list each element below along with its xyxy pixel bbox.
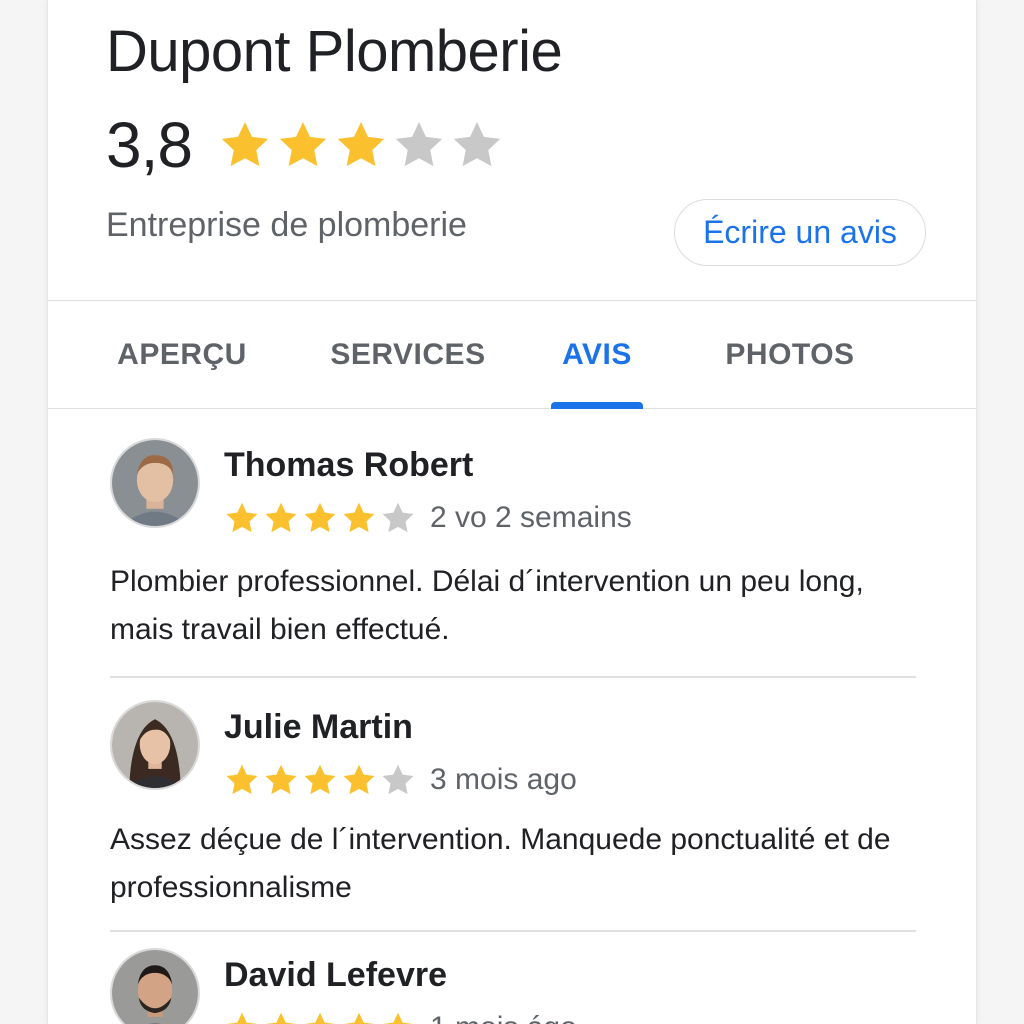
tab-photos[interactable]: PHOTOS bbox=[712, 301, 868, 408]
rating-row: 3,8 bbox=[106, 108, 504, 182]
star-empty-icon bbox=[453, 122, 501, 167]
star-filled-icon bbox=[382, 1012, 414, 1024]
review-stars bbox=[224, 762, 416, 798]
rating-stars bbox=[218, 118, 504, 172]
star-filled-icon bbox=[304, 502, 336, 533]
review-item: Julie Martin 3 mois ago Assez déçue de l… bbox=[110, 700, 916, 910]
star-filled-icon bbox=[304, 1012, 336, 1024]
star-filled-icon bbox=[265, 1012, 297, 1024]
review-time: 3 mois ago bbox=[430, 763, 577, 796]
business-category: Entreprise de plomberie bbox=[106, 206, 467, 244]
review-meta: 3 mois ago bbox=[224, 762, 577, 798]
rating-value: 3,8 bbox=[106, 109, 193, 181]
star-filled-icon bbox=[304, 764, 336, 795]
review-time: 2 vo 2 semains bbox=[430, 501, 632, 534]
tab-services[interactable]: SERVICES bbox=[320, 301, 496, 408]
business-name: Dupont Plomberie bbox=[106, 19, 563, 84]
reviewer-name[interactable]: David Lefevre bbox=[224, 956, 447, 995]
star-filled-icon bbox=[221, 122, 269, 167]
tab-label: SERVICES bbox=[330, 337, 486, 371]
avatar[interactable] bbox=[110, 438, 200, 528]
tab-label: PHOTOS bbox=[725, 337, 855, 371]
star-filled-icon bbox=[343, 764, 375, 795]
star-filled-icon bbox=[226, 764, 258, 795]
divider bbox=[110, 676, 916, 678]
star-filled-icon bbox=[265, 502, 297, 533]
review-item: Thomas Robert 2 vo 2 semains Plombier pr… bbox=[110, 438, 916, 658]
review-time: 1 mois ágo bbox=[430, 1011, 577, 1024]
avatar[interactable] bbox=[110, 700, 200, 790]
review-text: Assez déçue de l´intervention. Manquede … bbox=[110, 823, 891, 904]
avatar[interactable] bbox=[110, 948, 200, 1024]
review-stars bbox=[224, 1010, 416, 1024]
tab-apercu[interactable]: APERÇU bbox=[88, 301, 276, 408]
star-filled-icon bbox=[343, 502, 375, 533]
tab-avis[interactable]: AVIS bbox=[551, 301, 643, 409]
reviewer-name[interactable]: Julie Martin bbox=[224, 708, 413, 747]
star-filled-icon bbox=[337, 122, 385, 167]
star-filled-icon bbox=[226, 502, 258, 533]
review-text: Plombier professionnel. Délai d´interven… bbox=[110, 565, 864, 646]
star-empty-icon bbox=[395, 122, 443, 167]
write-review-button[interactable]: Écrire un avis bbox=[674, 199, 926, 266]
star-filled-icon bbox=[226, 1012, 258, 1024]
star-empty-icon bbox=[382, 502, 414, 533]
tab-bar: APERÇU SERVICES AVIS PHOTOS bbox=[48, 300, 976, 409]
tab-label: APERÇU bbox=[117, 337, 247, 371]
review-meta: 2 vo 2 semains bbox=[224, 500, 632, 536]
star-filled-icon bbox=[343, 1012, 375, 1024]
divider bbox=[110, 930, 916, 932]
reviewer-name[interactable]: Thomas Robert bbox=[224, 446, 473, 485]
business-header: Dupont Plomberie 3,8 Entreprise de plomb… bbox=[48, 0, 976, 300]
review-stars bbox=[224, 500, 416, 536]
active-tab-indicator bbox=[551, 402, 643, 409]
tab-label: AVIS bbox=[562, 337, 632, 371]
review-item: David Lefevre 1 mois ágo bbox=[110, 948, 916, 1024]
star-filled-icon bbox=[265, 764, 297, 795]
business-card: Dupont Plomberie 3,8 Entreprise de plomb… bbox=[47, 0, 977, 1024]
review-meta: 1 mois ágo bbox=[224, 1010, 577, 1024]
star-filled-icon bbox=[279, 122, 327, 167]
star-empty-icon bbox=[382, 764, 414, 795]
